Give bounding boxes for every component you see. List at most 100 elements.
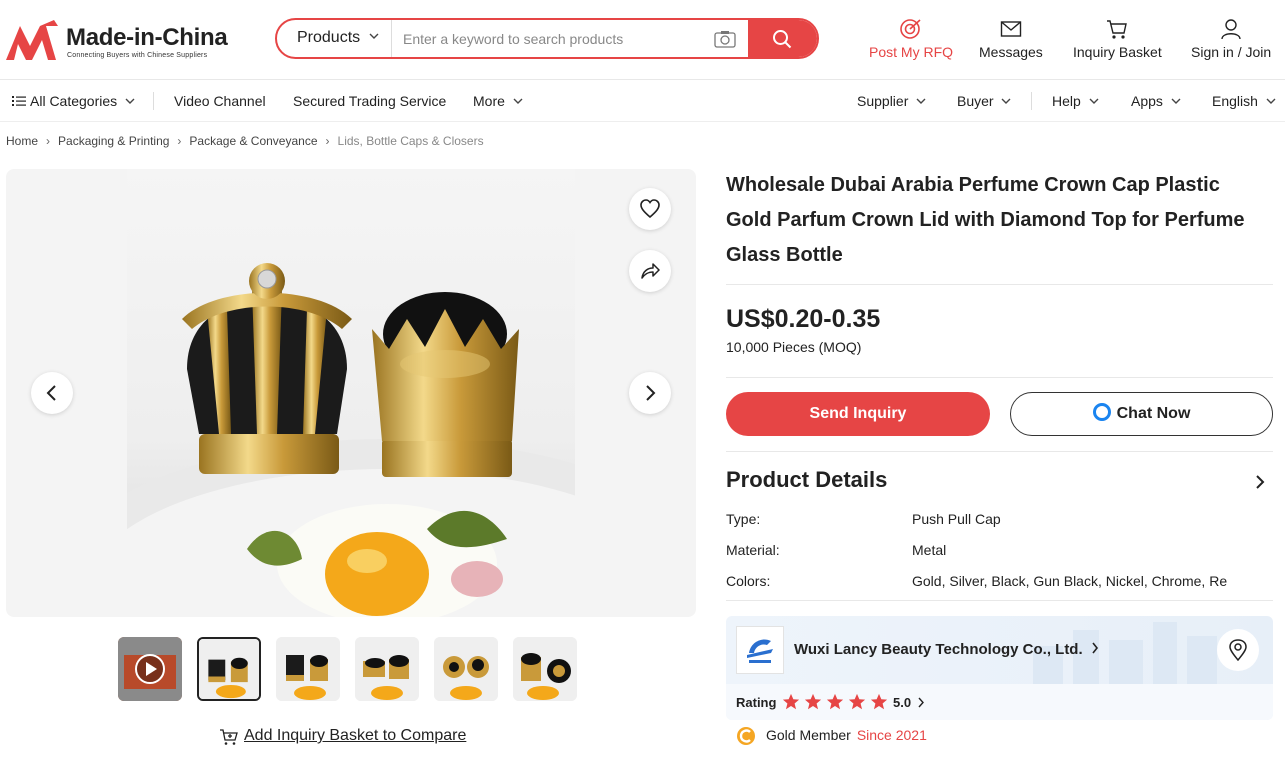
product-photo [127, 263, 575, 617]
language-menu[interactable]: English [1212, 93, 1276, 109]
thumbnail-2[interactable] [276, 637, 340, 701]
breadcrumb-home[interactable]: Home [6, 134, 38, 148]
supplier-menu-label: Supplier [857, 93, 909, 109]
messages-link[interactable]: Messages [979, 18, 1043, 62]
chat-icon [1092, 403, 1111, 421]
star-icon [848, 693, 866, 710]
previous-image-button[interactable] [31, 372, 73, 414]
thumbnail-image [355, 637, 419, 701]
messages-label: Messages [979, 44, 1043, 60]
supplier-logo[interactable] [736, 626, 784, 674]
product-title: Wholesale Dubai Arabia Perfume Crown Cap… [726, 174, 1245, 266]
user-icon [1221, 19, 1241, 40]
mail-icon [1000, 21, 1022, 37]
detail-label-material: Material: [726, 542, 780, 558]
buyer-menu-label: Buyer [957, 93, 994, 109]
rating-label: Rating [736, 695, 777, 710]
secured-trading-link[interactable]: Secured Trading Service [293, 93, 446, 109]
breadcrumb-chevron-icon: › [177, 134, 182, 148]
product-details-heading: Product Details [726, 467, 888, 492]
location-pin-icon [1229, 639, 1247, 661]
rfq-target-icon [900, 19, 921, 39]
breadcrumb-package-conveyance[interactable]: Package & Conveyance [189, 134, 317, 148]
supplier-location-button[interactable] [1217, 629, 1259, 671]
logo-mark-icon [6, 20, 58, 60]
search-input[interactable] [393, 20, 703, 57]
breadcrumb-current[interactable]: Lids, Bottle Caps & Closers [338, 134, 484, 148]
search-category-select[interactable]: Products [277, 20, 392, 57]
breadcrumb-packaging[interactable]: Packaging & Printing [58, 134, 169, 148]
send-inquiry-button[interactable]: Send Inquiry [726, 392, 990, 436]
detail-value-colors: Gold, Silver, Black, Gun Black, Nickel, … [912, 573, 1228, 589]
heart-icon [640, 199, 660, 219]
favorite-button[interactable] [629, 188, 671, 230]
nav-divider [1031, 92, 1032, 110]
chevron-down-icon [369, 33, 379, 39]
member-since: Since 2021 [856, 727, 927, 743]
chevron-left-icon [46, 385, 56, 401]
chevron-down-icon [1001, 98, 1011, 104]
help-menu-label: Help [1052, 93, 1081, 109]
help-menu[interactable]: Help [1052, 93, 1099, 109]
chat-now-label: Chat Now [1116, 405, 1191, 422]
thumbnail-4[interactable] [434, 637, 498, 701]
more-menu[interactable]: More [473, 93, 523, 109]
thumbnail-3[interactable] [355, 637, 419, 701]
detail-label-colors: Colors: [726, 573, 771, 589]
product-main-image[interactable] [127, 169, 575, 617]
sign-in-link[interactable]: Sign in / Join [1191, 18, 1271, 62]
main-nav: All Categories Video Channel Secured Tra… [0, 81, 1285, 122]
gold-member-label: Gold Member [766, 727, 851, 743]
camera-icon[interactable] [714, 30, 736, 48]
more-label: More [473, 93, 505, 109]
share-button[interactable] [629, 250, 671, 292]
post-rfq-label: Post My RFQ [869, 44, 954, 60]
share-icon [641, 263, 660, 279]
thumbnail-image [434, 637, 498, 701]
add-to-compare-label: Add Inquiry Basket to Compare [244, 727, 467, 744]
apps-menu[interactable]: Apps [1131, 93, 1181, 109]
thumbnail-5[interactable] [513, 637, 577, 701]
chevron-down-icon [1089, 98, 1099, 104]
search-category-label: Products [297, 29, 361, 46]
site-logo[interactable]: Made-in-China Connecting Buyers with Chi… [6, 18, 236, 62]
logo-text: Made-in-China [66, 24, 228, 51]
all-categories-menu[interactable]: All Categories [12, 93, 135, 109]
search-button[interactable] [748, 20, 817, 57]
list-icon [12, 96, 26, 106]
star-icon [826, 693, 844, 710]
next-image-button[interactable] [629, 372, 671, 414]
inquiry-basket-label: Inquiry Basket [1073, 44, 1162, 60]
supplier-name: Wuxi Lancy Beauty Technology Co., Ltd. [794, 641, 1083, 658]
chevron-right-icon [918, 697, 924, 708]
detail-label-type: Type: [726, 511, 761, 527]
divider [726, 284, 1273, 285]
star-icon [870, 693, 888, 710]
detail-value-type: Push Pull Cap [912, 511, 1001, 527]
thumbnail-1[interactable] [197, 637, 261, 701]
thumbnail-video[interactable] [118, 637, 182, 701]
supplier-menu[interactable]: Supplier [857, 93, 926, 109]
supplier-card: Wuxi Lancy Beauty Technology Co., Ltd. R… [726, 616, 1273, 720]
chevron-right-icon [646, 385, 656, 401]
video-channel-link[interactable]: Video Channel [174, 93, 266, 109]
chat-now-button[interactable]: Chat Now [1010, 392, 1273, 436]
gold-member-badge: Gold Member Since 2021 [736, 727, 927, 745]
product-details-chevron-icon[interactable] [1254, 474, 1266, 490]
breadcrumb-chevron-icon: › [46, 134, 51, 148]
divider [726, 451, 1273, 452]
thumbnail-image [199, 639, 259, 699]
buyer-menu[interactable]: Buyer [957, 93, 1011, 109]
supplier-logo-mark [747, 639, 773, 663]
detail-value-material: Metal [912, 542, 947, 558]
inquiry-basket-link[interactable]: Inquiry Basket [1073, 18, 1162, 62]
supplier-name-link[interactable]: Wuxi Lancy Beauty Technology Co., Ltd. [794, 641, 1099, 658]
supplier-rating-row[interactable]: Rating 5.0 [726, 684, 1273, 720]
search-icon [773, 30, 792, 49]
post-rfq-link[interactable]: Post My RFQ [869, 18, 953, 62]
cart-plus-icon [220, 729, 238, 745]
product-moq: 10,000 Pieces (MOQ) [726, 339, 862, 355]
rating-number: 5.0 [893, 695, 912, 710]
rating-value: 5.0 [893, 695, 925, 710]
add-to-compare-link[interactable]: Add Inquiry Basket to Compare [219, 727, 466, 745]
